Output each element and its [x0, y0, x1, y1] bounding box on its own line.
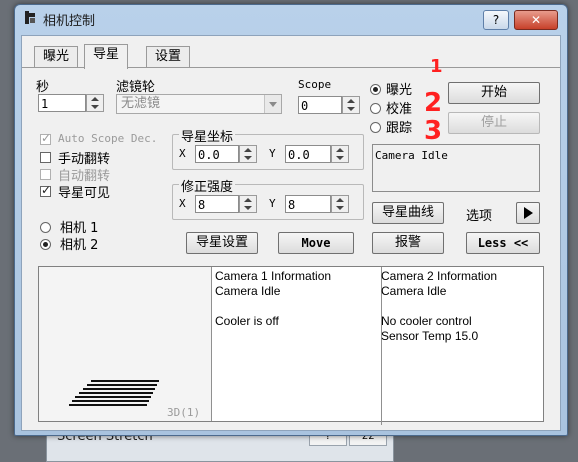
close-button[interactable]: ✕	[514, 10, 558, 30]
star-profile-graphic	[69, 380, 159, 406]
camera1-info-pane: Camera 1 Information Camera Idle Cooler …	[213, 267, 382, 425]
correction-label: 修正强度	[179, 176, 236, 195]
camera1-info-line: Cooler is off	[215, 314, 279, 328]
window-title: 相机控制	[43, 14, 96, 29]
guide-x-label: X	[179, 147, 186, 160]
seconds-label: 秒	[36, 80, 50, 95]
camera1-info-line: Camera Idle	[215, 284, 281, 298]
auto-scope-dec-label: Auto Scope Dec.	[58, 132, 158, 145]
mode-label-expose: 曝光	[386, 83, 413, 98]
camera2-info-line	[381, 299, 541, 314]
scope-input[interactable]: 0	[298, 96, 342, 114]
auto-flip-checkbox[interactable]	[40, 169, 51, 180]
tab-guiding[interactable]: 导星	[84, 44, 129, 69]
mode-label-calibrate: 校准	[386, 102, 413, 117]
star-visible-checkbox[interactable]	[40, 183, 51, 197]
correction-group: 修正强度 X 8 Y 8	[172, 176, 364, 220]
camera1-info-line: Camera 1 Information	[215, 269, 332, 283]
options-button[interactable]	[516, 202, 540, 224]
annotation-2: 2	[424, 88, 443, 118]
filter-wheel-label: 滤镜轮	[116, 80, 156, 95]
camera2-info-line: No cooler control	[381, 314, 472, 328]
filter-wheel-value: 无滤镜	[121, 96, 161, 111]
tab-exposure[interactable]: 曝光	[34, 46, 79, 67]
client-area: 曝光 导星 设置 秒 1 滤镜轮 无滤镜 Scope 0 曝光 校准 跟踪 开始…	[21, 35, 561, 431]
camera2-info-line: Camera Idle	[381, 284, 447, 298]
camera1-info-line	[215, 299, 379, 314]
camera-control-window: 相机控制 ? ✕ 曝光 导星 设置 秒 1 滤镜轮 无滤镜 Scope 0 曝光…	[14, 4, 568, 436]
app-icon	[25, 11, 35, 24]
camera2-info-pane: Camera 2 Information Camera Idle No cool…	[379, 267, 543, 425]
correction-x-label: X	[179, 197, 186, 210]
preview-pane: 3D(1)	[39, 267, 212, 421]
camera2-info-line: Sensor Temp 15.0	[381, 329, 479, 343]
mode-radio-calibrate[interactable]	[370, 103, 381, 114]
help-button[interactable]: ?	[483, 10, 509, 30]
start-button[interactable]: 开始	[448, 82, 540, 104]
tab-settings[interactable]: 设置	[146, 46, 191, 67]
correction-y-input[interactable]: 8	[285, 195, 331, 213]
camera2-info-line: Camera 2 Information	[381, 269, 498, 283]
camera2-radio[interactable]	[40, 239, 51, 250]
mode-radio-expose[interactable]	[370, 84, 381, 95]
status-box: Camera Idle	[372, 144, 540, 192]
correction-x-stepper[interactable]	[239, 195, 257, 213]
guide-coords-label: 导星坐标	[179, 126, 236, 145]
guide-y-input[interactable]: 0.0	[285, 145, 331, 163]
star-visible-label: 导星可见	[58, 186, 111, 201]
auto-scope-dec-checkbox[interactable]	[40, 131, 51, 145]
annotation-3: 3	[424, 116, 443, 146]
correction-y-stepper[interactable]	[331, 195, 349, 213]
guide-x-stepper[interactable]	[239, 145, 257, 163]
filter-wheel-select[interactable]: 无滤镜	[116, 94, 282, 114]
seconds-input[interactable]: 1	[38, 94, 86, 112]
guide-y-stepper[interactable]	[331, 145, 349, 163]
status-text: Camera Idle	[375, 149, 448, 162]
info-panels: 3D(1) Camera 1 Information Camera Idle C…	[38, 266, 544, 425]
guide-y-label: Y	[269, 147, 276, 160]
guide-x-input[interactable]: 0.0	[195, 145, 239, 163]
camera1-radio[interactable]	[40, 222, 51, 233]
mode-radio-track[interactable]	[370, 122, 381, 133]
title-bar[interactable]: 相机控制 ? ✕	[15, 5, 567, 31]
chevron-down-icon	[264, 95, 281, 113]
correction-x-input[interactable]: 8	[195, 195, 239, 213]
stop-button[interactable]: 停止	[448, 112, 540, 134]
preview-label: 3D(1)	[167, 406, 201, 419]
scope-stepper[interactable]	[342, 96, 360, 114]
guide-settings-button[interactable]: 导星设置	[186, 232, 258, 254]
scope-label: Scope	[298, 78, 332, 91]
options-label: 选项	[466, 209, 493, 224]
correction-y-label: Y	[269, 197, 276, 210]
mode-label-track: 跟踪	[386, 121, 413, 136]
alarm-button[interactable]: 报警	[372, 232, 444, 254]
camera2-label: 相机 2	[60, 238, 99, 253]
seconds-stepper[interactable]	[86, 94, 104, 112]
annotation-1: 1	[430, 56, 443, 77]
play-right-icon	[524, 207, 533, 219]
less-button[interactable]: Less <<	[466, 232, 540, 254]
move-button[interactable]: Move	[278, 232, 354, 254]
guide-curve-button[interactable]: 导星曲线	[372, 202, 444, 224]
manual-flip-checkbox[interactable]	[40, 152, 51, 163]
guide-coords-group: 导星坐标 X 0.0 Y 0.0	[172, 126, 364, 170]
